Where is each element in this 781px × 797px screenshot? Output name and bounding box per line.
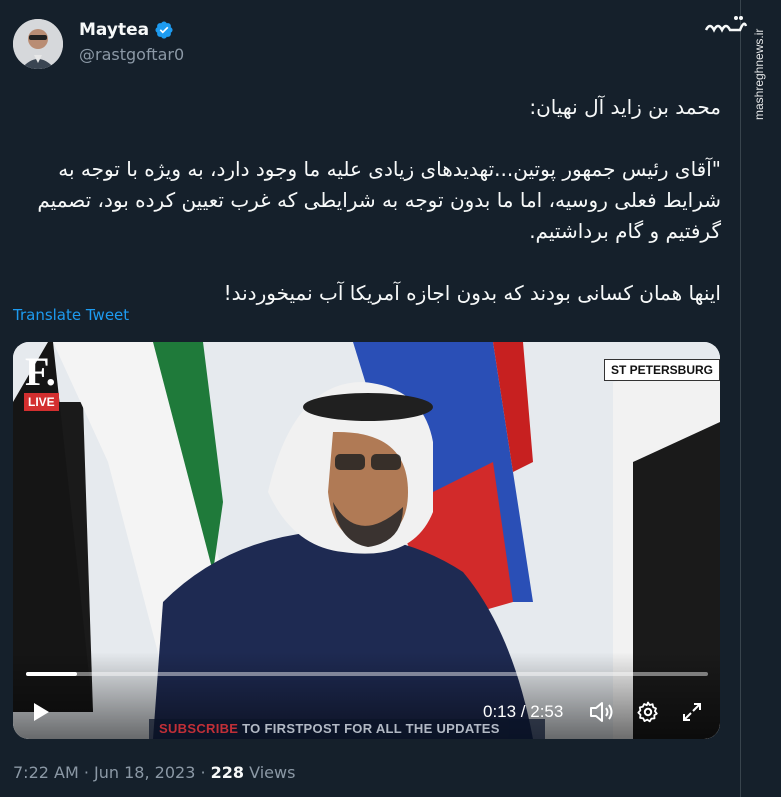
tweet-text: محمد بن زاید آل نهیان: "آقای رئیس جمهور …	[13, 92, 721, 309]
avatar[interactable]	[13, 19, 63, 69]
views-label: Views	[244, 763, 296, 782]
views-count: 228	[210, 763, 245, 782]
video-time: 0:13 / 2:53	[483, 702, 564, 721]
meta-separator: ·	[78, 763, 95, 782]
display-name[interactable]: Maytea	[79, 20, 149, 40]
play-icon	[34, 703, 49, 721]
video-frame	[13, 342, 720, 739]
volume-button[interactable]	[587, 694, 617, 730]
mashregh-logo-mark	[704, 16, 748, 33]
translate-tweet-link[interactable]: Translate Tweet	[13, 306, 129, 324]
video-controls: 0:13 / 2:53	[13, 694, 720, 730]
tweet-line: "آقای رئیس جمهور پوتین...تهدیدهای زیادی …	[37, 157, 721, 243]
tweet-date[interactable]: Jun 18, 2023	[94, 763, 195, 782]
mashregh-logo	[700, 10, 750, 40]
video-progress-bar[interactable]	[26, 672, 708, 676]
watermark-url: mashreghnews.ir	[752, 28, 766, 120]
tweet-meta: 7:22 AM · Jun 18, 2023 · 228 Views	[13, 763, 295, 782]
settings-button[interactable]	[633, 694, 663, 730]
play-button[interactable]	[27, 694, 55, 730]
video-progress-fill	[26, 672, 78, 676]
user-handle[interactable]: @rastgoftar0	[79, 45, 184, 64]
tweet-card: Maytea @rastgoftar0 محمد بن زاید آل نهیا…	[0, 0, 740, 797]
firstpost-logo: F.	[25, 349, 56, 394]
gear-icon	[637, 701, 658, 723]
name-row: Maytea	[79, 20, 174, 40]
tweet-line: اینها همان کسانی بودند که بدون اجازه آمر…	[223, 281, 721, 305]
meta-separator: ·	[195, 763, 211, 782]
speaker-icon	[590, 702, 613, 722]
verified-badge-icon	[154, 20, 174, 40]
video-player[interactable]: F. LIVE ST PETERSBURG SUBSCRIBE TO FIRST…	[13, 342, 720, 739]
live-badge: LIVE	[24, 393, 59, 411]
fullscreen-button[interactable]	[677, 694, 707, 730]
location-badge: ST PETERSBURG	[603, 359, 720, 381]
tweet-time[interactable]: 7:22 AM	[13, 763, 79, 782]
expand-icon	[683, 703, 701, 721]
tweet-line: محمد بن زاید آل نهیان:	[529, 95, 721, 119]
